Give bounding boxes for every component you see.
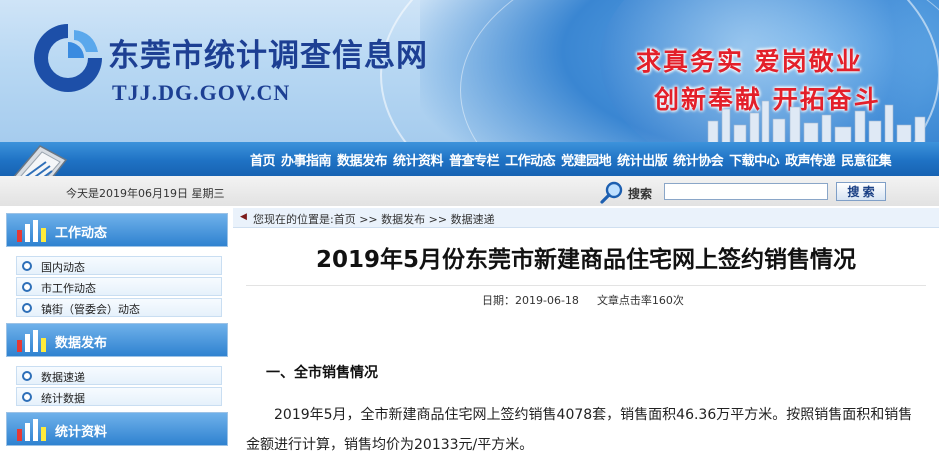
sidebar-item-data-express[interactable]: 数据速递 bbox=[16, 366, 222, 385]
nav-item-data-release[interactable]: 数据发布 bbox=[337, 150, 388, 169]
bullet-icon bbox=[22, 392, 32, 402]
sidebar-item-label: 统计数据 bbox=[41, 392, 85, 405]
sidebar-item-label: 市工作动态 bbox=[41, 282, 96, 295]
site-title: 东莞市统计调查信息网 bbox=[108, 38, 428, 74]
bullet-icon bbox=[22, 261, 32, 271]
sidebar-section-title: 统计资料 bbox=[55, 425, 108, 440]
nav-item-association[interactable]: 统计协会 bbox=[673, 150, 724, 169]
site-url: TJJ.DG.GOV.CN bbox=[112, 80, 291, 105]
article-paragraph: 2019年5月，全市新建商品住宅网上签约销售4078套，销售面积46.36万平方… bbox=[246, 407, 913, 453]
nav-item-policy[interactable]: 政声传递 bbox=[785, 150, 836, 169]
section-heading: 一、全市销售情况 bbox=[266, 365, 378, 381]
nav-item-work-news[interactable]: 工作动态 bbox=[505, 150, 556, 169]
sidebar-section-title: 数据发布 bbox=[55, 336, 108, 351]
sidebar-item-city-news[interactable]: 市工作动态 bbox=[16, 277, 222, 296]
sidebar-item-label: 国内动态 bbox=[41, 261, 85, 274]
sidebar-section-statistical-materials[interactable]: 统计资料 bbox=[6, 412, 228, 446]
bullet-icon bbox=[22, 371, 32, 381]
breadcrumb-prefix: 您现在的位置是: bbox=[253, 213, 334, 226]
sidebar-item-town-news[interactable]: 镇街（管委会）动态 bbox=[16, 298, 222, 317]
nav-item-publications[interactable]: 统计出版 bbox=[617, 150, 668, 169]
nav-item-statistics[interactable]: 统计资料 bbox=[393, 150, 444, 169]
sidebar-item-statistical-data[interactable]: 统计数据 bbox=[16, 387, 222, 406]
nav-item-home[interactable]: 首页 bbox=[250, 150, 276, 169]
breadcrumb-separator: >> bbox=[355, 213, 382, 226]
article-date: 日期：2019-06-18 bbox=[482, 294, 579, 307]
city-skyline-graphic bbox=[707, 100, 926, 145]
nav-menu: 首页 办事指南 数据发布 统计资料 普查专栏 工作动态 党建园地 统计出版 统计… bbox=[250, 150, 897, 169]
breadcrumb: 您现在的位置是:首页 >> 数据发布 >> 数据速递 bbox=[253, 211, 495, 227]
bullet-icon bbox=[22, 303, 32, 313]
article-views: 文章点击率160次 bbox=[596, 294, 684, 307]
sidebar-section-work-news[interactable]: 工作动态 bbox=[6, 213, 228, 247]
search-label: 搜索 bbox=[628, 187, 653, 201]
sidebar-section-title: 工作动态 bbox=[55, 226, 108, 241]
sidebar-item-label: 镇街（管委会）动态 bbox=[41, 303, 140, 316]
breadcrumb-separator: >> bbox=[425, 213, 451, 226]
current-date: 今天是2019年06月19日 星期三 bbox=[66, 187, 225, 200]
sidebar-item-label: 数据速递 bbox=[41, 371, 85, 384]
article-title: 2019年5月份东莞市新建商品住宅网上签约销售情况 bbox=[315, 247, 857, 273]
nav-item-guide[interactable]: 办事指南 bbox=[281, 150, 332, 169]
nav-item-downloads[interactable]: 下载中心 bbox=[729, 150, 780, 169]
search-icon bbox=[600, 181, 623, 204]
bar-chart-icon bbox=[17, 330, 46, 352]
breadcrumb-item-data-release[interactable]: 数据发布 bbox=[381, 213, 425, 226]
sidebar-section-data-release[interactable]: 数据发布 bbox=[6, 323, 228, 357]
nav-item-party[interactable]: 党建园地 bbox=[561, 150, 612, 169]
bar-chart-icon bbox=[17, 419, 46, 441]
bullet-icon bbox=[22, 282, 32, 292]
breadcrumb-item-home[interactable]: 首页 bbox=[334, 213, 356, 226]
triangle-left-icon: ◀ bbox=[240, 212, 247, 222]
sidebar-item-domestic-news[interactable]: 国内动态 bbox=[16, 256, 222, 275]
article-meta: 日期：2019-06-18 文章点击率160次 bbox=[482, 292, 684, 308]
search-button[interactable]: 搜 索 bbox=[836, 182, 886, 201]
nav-item-census[interactable]: 普查专栏 bbox=[449, 150, 500, 169]
sidebar: 工作动态 国内动态 市工作动态 镇街（管委会）动态 数据发布 数据速递 统计数据 bbox=[6, 210, 228, 459]
title-divider bbox=[246, 285, 926, 286]
bar-chart-icon bbox=[17, 220, 46, 242]
slogan-line-1: 求真务实 爱岗敬业 bbox=[636, 47, 863, 76]
site-logo-icon bbox=[34, 24, 102, 92]
breadcrumb-item-data-express[interactable]: 数据速递 bbox=[451, 213, 495, 226]
nav-item-opinion[interactable]: 民意征集 bbox=[841, 150, 892, 169]
search-input[interactable] bbox=[664, 183, 828, 200]
